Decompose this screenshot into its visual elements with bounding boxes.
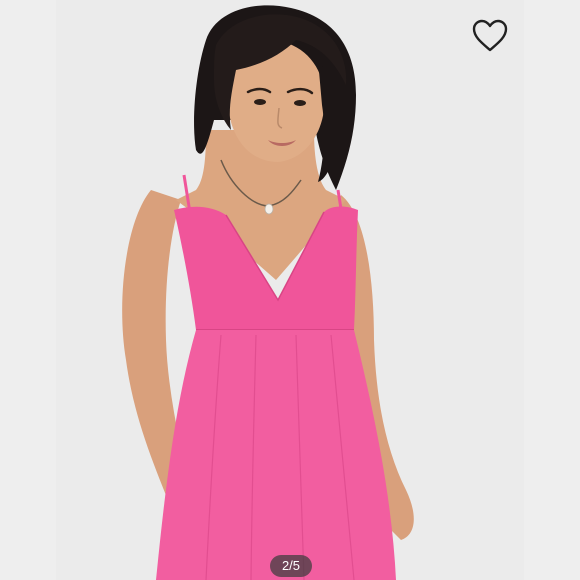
product-photo[interactable]: [56, 0, 524, 580]
product-image-viewer: 2/5: [0, 0, 580, 580]
dress-skirt: [156, 330, 396, 580]
previous-image-edge[interactable]: [0, 0, 56, 580]
favorite-button[interactable]: [470, 18, 510, 54]
image-counter-badge: 2/5: [270, 555, 312, 577]
pearl-pendant: [264, 203, 274, 215]
heart-outline-icon: [472, 19, 508, 52]
next-image-edge[interactable]: [524, 0, 580, 580]
model-illustration: [56, 0, 524, 580]
